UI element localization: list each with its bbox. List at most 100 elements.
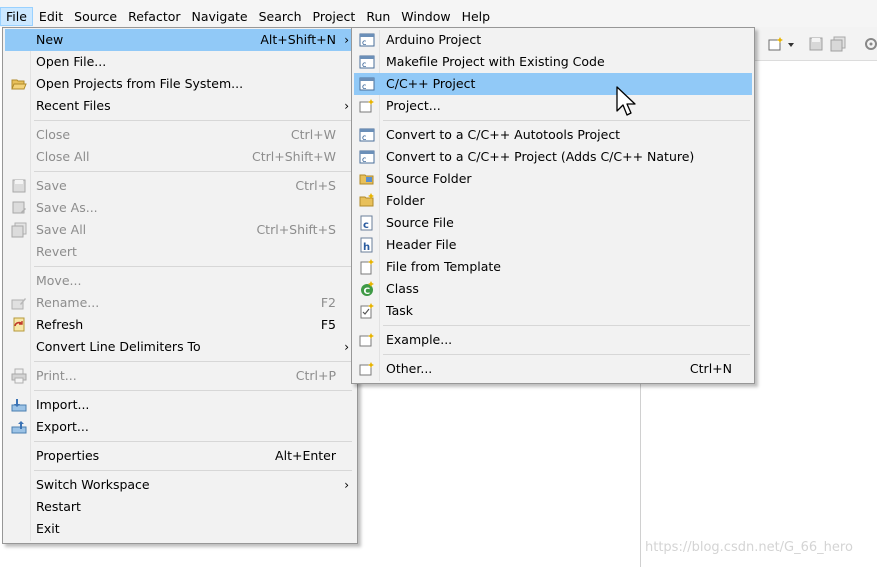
menu-item-move[interactable]: Move... <box>5 270 355 292</box>
c-source-file-icon: c <box>360 215 373 231</box>
menu-item-new[interactable]: New Alt+Shift+N › <box>5 29 355 51</box>
menu-item-switch-workspace[interactable]: Switch Workspace › <box>5 474 355 496</box>
svg-text:c: c <box>363 220 369 231</box>
save-as-icon <box>12 201 26 214</box>
menu-item-convert-line-delimiters[interactable]: Convert Line Delimiters To › <box>5 336 355 358</box>
chevron-down-icon[interactable] <box>786 36 796 52</box>
task-icon <box>360 303 374 319</box>
header-file-icon: h <box>360 237 373 253</box>
menu-item-shortcut: Ctrl+Shift+S <box>256 222 336 237</box>
menu-item-class[interactable]: C Class <box>354 278 752 300</box>
svg-text:c: c <box>362 60 366 69</box>
menu-separator <box>34 441 352 442</box>
menu-project[interactable]: Project <box>308 7 361 26</box>
menu-run[interactable]: Run <box>361 7 395 26</box>
new-project-icon <box>359 99 374 113</box>
menu-item-label: Print... <box>36 368 77 383</box>
menu-item-properties[interactable]: Properties Alt+Enter <box>5 445 355 467</box>
submenu-arrow-icon: › <box>344 33 349 47</box>
menu-item-shortcut: F2 <box>320 295 336 310</box>
menu-item-close[interactable]: Close Ctrl+W <box>5 124 355 146</box>
menu-item-example[interactable]: Example... <box>354 329 752 351</box>
menu-refactor[interactable]: Refactor <box>123 7 185 26</box>
menu-item-cpp-project[interactable]: c C/C++ Project <box>354 73 752 95</box>
menu-item-makefile-project[interactable]: c Makefile Project with Existing Code <box>354 51 752 73</box>
menu-item-revert[interactable]: Revert <box>5 241 355 263</box>
menu-item-label: Task <box>386 303 413 318</box>
menu-separator <box>383 120 750 121</box>
menu-separator <box>34 361 352 362</box>
new-wizard-icon[interactable] <box>768 36 784 52</box>
menu-item-source-file[interactable]: c Source File <box>354 212 752 234</box>
watermark: https://blog.csdn.net/G_66_hero <box>645 540 853 555</box>
menu-item-rename[interactable]: Rename... F2 <box>5 292 355 314</box>
menu-search[interactable]: Search <box>254 7 307 26</box>
menu-item-task[interactable]: Task <box>354 300 752 322</box>
rename-icon <box>11 298 26 310</box>
mouse-cursor-icon <box>616 86 636 116</box>
menu-item-other[interactable]: Other... Ctrl+N <box>354 358 752 380</box>
folder-icon <box>359 193 374 207</box>
submenu-arrow-icon: › <box>344 478 349 492</box>
menu-item-restart[interactable]: Restart <box>5 496 355 518</box>
menu-item-project[interactable]: Project... <box>354 95 752 117</box>
menu-item-label: Source File <box>386 215 454 230</box>
menu-item-label: Project... <box>386 98 441 113</box>
menu-item-convert-autotools[interactable]: c Convert to a C/C++ Autotools Project <box>354 124 752 146</box>
menu-item-file-from-template[interactable]: File from Template <box>354 256 752 278</box>
menu-item-label: Class <box>386 281 419 296</box>
menu-item-header-file[interactable]: h Header File <box>354 234 752 256</box>
menu-item-open-file[interactable]: Open File... <box>5 51 355 73</box>
menu-navigate[interactable]: Navigate <box>187 7 253 26</box>
menu-item-export[interactable]: Export... <box>5 416 355 438</box>
settings-icon[interactable] <box>863 36 877 52</box>
menu-item-label: Exit <box>36 521 60 536</box>
menu-item-label: Restart <box>36 499 81 514</box>
menu-edit[interactable]: Edit <box>34 7 68 26</box>
save-icon[interactable] <box>808 36 824 52</box>
menu-item-label: Convert to a C/C++ Autotools Project <box>386 127 621 142</box>
menu-item-label: Close All <box>36 149 90 164</box>
menu-item-save-all[interactable]: Save All Ctrl+Shift+S <box>5 219 355 241</box>
menu-item-shortcut: Ctrl+S <box>295 178 336 193</box>
import-icon <box>11 399 27 412</box>
menu-item-source-folder[interactable]: Source Folder <box>354 168 752 190</box>
menu-item-label: Recent Files <box>36 98 111 113</box>
menu-item-label: Header File <box>386 237 457 252</box>
menu-separator <box>34 470 352 471</box>
menu-item-recent-files[interactable]: Recent Files › <box>5 95 355 117</box>
menu-item-refresh[interactable]: Refresh F5 <box>5 314 355 336</box>
menu-item-open-projects[interactable]: Open Projects from File System... <box>5 73 355 95</box>
cpp-project-icon: c <box>359 55 375 69</box>
svg-text:h: h <box>363 242 370 253</box>
menu-item-label: Import... <box>36 397 90 412</box>
menu-item-close-all[interactable]: Close All Ctrl+Shift+W <box>5 146 355 168</box>
menu-item-label: Convert Line Delimiters To <box>36 339 201 354</box>
menu-item-save-as[interactable]: Save As... <box>5 197 355 219</box>
svg-text:c: c <box>362 155 366 164</box>
menu-separator <box>34 171 352 172</box>
menu-item-label: Example... <box>386 332 453 347</box>
menu-item-exit[interactable]: Exit <box>5 518 355 540</box>
menu-item-label: C/C++ Project <box>386 76 476 91</box>
menu-window[interactable]: Window <box>396 7 455 26</box>
save-all-icon[interactable] <box>830 36 846 52</box>
menu-item-import[interactable]: Import... <box>5 394 355 416</box>
menu-item-label: Open File... <box>36 54 107 69</box>
submenu-arrow-icon: › <box>344 340 349 354</box>
svg-text:c: c <box>362 133 366 142</box>
menu-file[interactable]: File <box>0 7 33 26</box>
menu-item-label: Source Folder <box>386 171 472 186</box>
menu-item-arduino-project[interactable]: c Arduino Project <box>354 29 752 51</box>
menu-item-label: Revert <box>36 244 77 259</box>
class-icon: C <box>361 281 374 297</box>
menu-help[interactable]: Help <box>457 7 496 26</box>
menu-item-print[interactable]: Print... Ctrl+P <box>5 365 355 387</box>
menu-source[interactable]: Source <box>69 7 122 26</box>
menu-item-save[interactable]: Save Ctrl+S <box>5 175 355 197</box>
menu-item-label: File from Template <box>386 259 501 274</box>
folder-open-icon <box>11 79 27 90</box>
convert-project-icon: c <box>359 128 375 142</box>
menu-item-convert-cpp-nature[interactable]: c Convert to a C/C++ Project (Adds C/C++… <box>354 146 752 168</box>
menu-item-folder[interactable]: Folder <box>354 190 752 212</box>
